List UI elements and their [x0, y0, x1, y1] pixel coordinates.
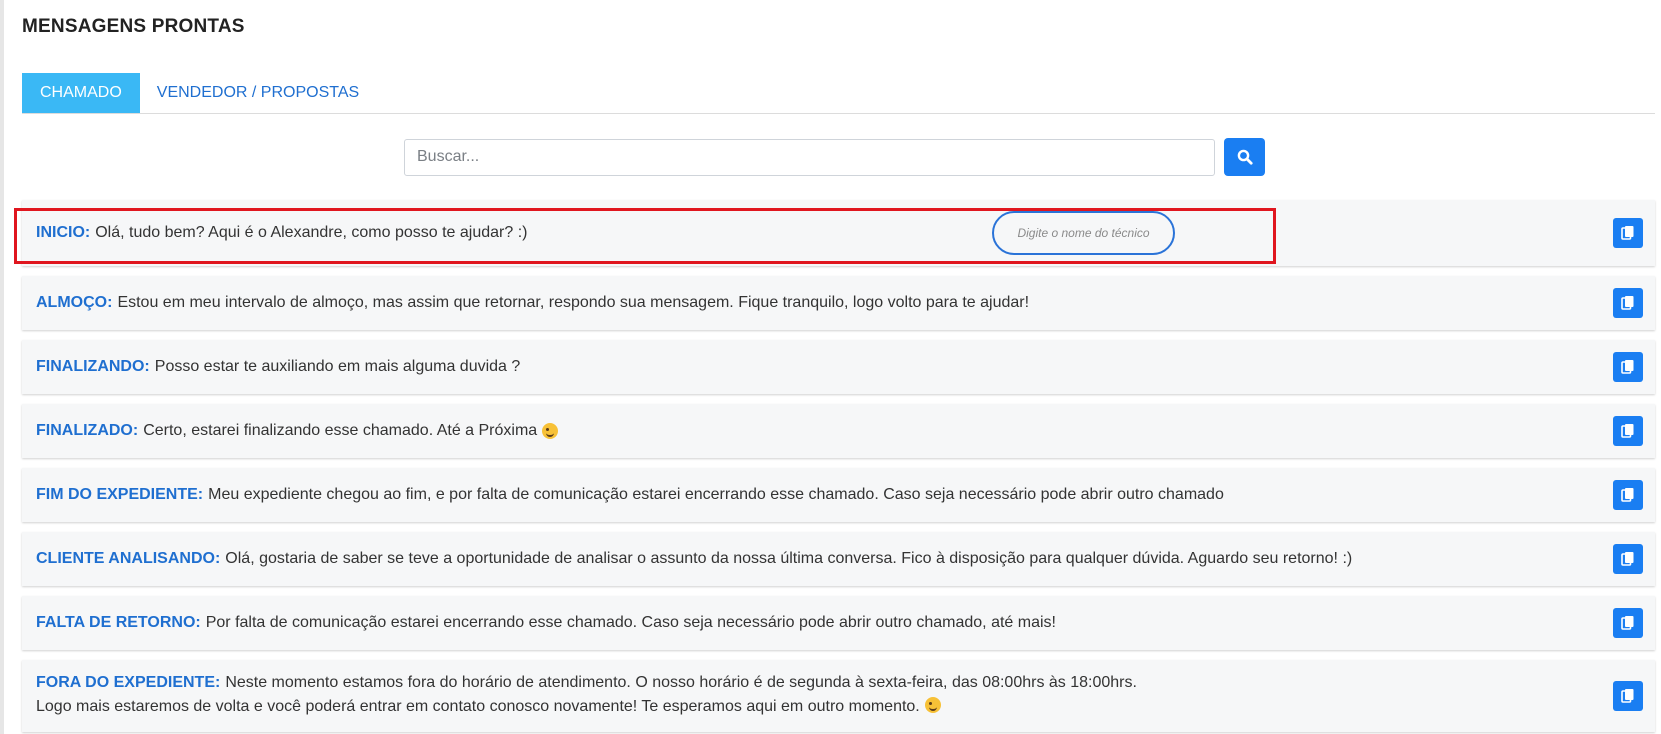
- message-label: FINALIZANDO:: [36, 358, 150, 375]
- message-list: INICIO: Olá, tudo bem? Aqui é o Alexandr…: [22, 200, 1655, 734]
- message-item-fim-do-expediente: FIM DO EXPEDIENTE: Meu expediente chegou…: [22, 468, 1655, 522]
- message-text: Posso estar te auxiliando em mais alguma…: [154, 358, 521, 375]
- message-item-finalizando: FINALIZANDO: Posso estar te auxiliando e…: [22, 340, 1655, 394]
- wink-emoji-icon: [924, 697, 941, 713]
- copy-button[interactable]: [1613, 352, 1643, 382]
- tab-vendedor-propostas[interactable]: VENDEDOR / PROPOSTAS: [140, 73, 376, 113]
- message-text: Olá, tudo bem? Aqui é o Alexandre, como …: [95, 224, 528, 241]
- page: MENSAGENS PRONTAS CHAMADO VENDEDOR / PRO…: [0, 0, 1661, 734]
- message-text: Certo, estarei finalizando esse chamado.…: [143, 422, 538, 439]
- search-input[interactable]: [404, 138, 1215, 176]
- copy-button[interactable]: [1613, 681, 1643, 711]
- copy-icon: [1621, 552, 1634, 566]
- copy-icon: [1621, 360, 1634, 374]
- copy-button[interactable]: [1613, 544, 1643, 574]
- message-label: FALTA DE RETORNO:: [36, 614, 201, 631]
- tab-bar: CHAMADO VENDEDOR / PROPOSTAS: [22, 73, 1655, 114]
- wink-emoji-icon: [542, 423, 559, 439]
- message-item-falta-de-retorno: FALTA DE RETORNO: Por falta de comunicaç…: [22, 596, 1655, 650]
- tab-chamado[interactable]: CHAMADO: [22, 73, 140, 113]
- copy-icon: [1621, 226, 1634, 240]
- copy-icon: [1621, 616, 1634, 630]
- page-title: MENSAGENS PRONTAS: [22, 16, 245, 37]
- copy-button[interactable]: [1613, 416, 1643, 446]
- message-label: FORA DO EXPEDIENTE:: [36, 674, 221, 691]
- message-body: FORA DO EXPEDIENTE: Neste momento estamos…: [36, 671, 1137, 719]
- copy-icon: [1621, 488, 1634, 502]
- message-label: CLIENTE ANALISANDO:: [36, 550, 221, 567]
- copy-icon: [1621, 296, 1634, 310]
- message-label: INICIO:: [36, 224, 91, 241]
- message-text: Por falta de comunicação estarei encerra…: [205, 614, 1056, 631]
- message-text: Olá, gostaria de saber se teve a oportun…: [225, 550, 1353, 567]
- copy-icon: [1621, 424, 1634, 438]
- technician-name-input[interactable]: [992, 211, 1175, 255]
- message-item-cliente-analisando: CLIENTE ANALISANDO: Olá, gostaria de sab…: [22, 532, 1655, 586]
- message-text: Meu expediente chegou ao fim, e por falt…: [208, 486, 1224, 503]
- search-bar: [404, 138, 1265, 176]
- message-label: ALMOÇO:: [36, 294, 113, 311]
- message-label: FINALIZADO:: [36, 422, 139, 439]
- search-button[interactable]: [1224, 138, 1265, 176]
- message-item-fora-do-expediente: FORA DO EXPEDIENTE: Neste momento estamos…: [22, 660, 1655, 732]
- message-item-finalizado: FINALIZADO: Certo, estarei finalizando e…: [22, 404, 1655, 458]
- search-icon: [1237, 149, 1253, 165]
- copy-button[interactable]: [1613, 218, 1643, 248]
- message-item-inicio: INICIO: Olá, tudo bem? Aqui é o Alexandr…: [22, 200, 1655, 266]
- message-label: FIM DO EXPEDIENTE:: [36, 486, 204, 503]
- message-item-almoco: ALMOÇO: Estou em meu intervalo de almoço…: [22, 276, 1655, 330]
- message-text: Estou em meu intervalo de almoço, mas as…: [117, 294, 1030, 311]
- copy-icon: [1621, 689, 1634, 703]
- copy-button[interactable]: [1613, 288, 1643, 318]
- copy-button[interactable]: [1613, 608, 1643, 638]
- copy-button[interactable]: [1613, 480, 1643, 510]
